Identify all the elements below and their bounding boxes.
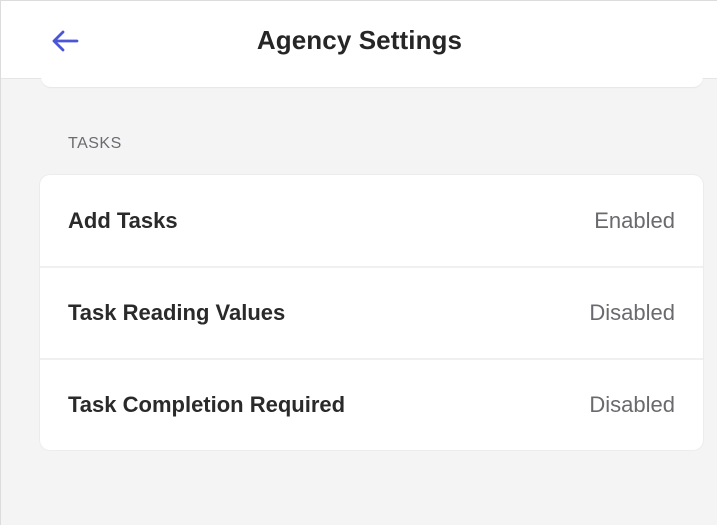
setting-value: Disabled — [589, 391, 675, 417]
setting-row-task-completion-required[interactable]: Task Completion Required Disabled — [40, 358, 703, 449]
previous-settings-card — [41, 75, 703, 87]
app-header: Agency Settings — [1, 1, 717, 79]
setting-row-add-tasks[interactable]: Add Tasks Enabled — [40, 175, 703, 266]
setting-row-task-reading-values[interactable]: Task Reading Values Disabled — [40, 266, 703, 357]
agency-settings-screen: Agency Settings TASKS Add Tasks Enabled … — [0, 0, 717, 525]
setting-value: Disabled — [589, 299, 675, 325]
setting-value: Enabled — [594, 207, 675, 233]
tasks-settings-card: Add Tasks Enabled Task Reading Values Di… — [40, 175, 703, 450]
section-header-tasks: TASKS — [68, 135, 122, 152]
page-title: Agency Settings — [256, 25, 463, 55]
setting-label: Task Completion Required — [68, 391, 346, 417]
setting-label: Task Reading Values — [68, 299, 286, 325]
setting-label: Add Tasks — [68, 207, 178, 233]
